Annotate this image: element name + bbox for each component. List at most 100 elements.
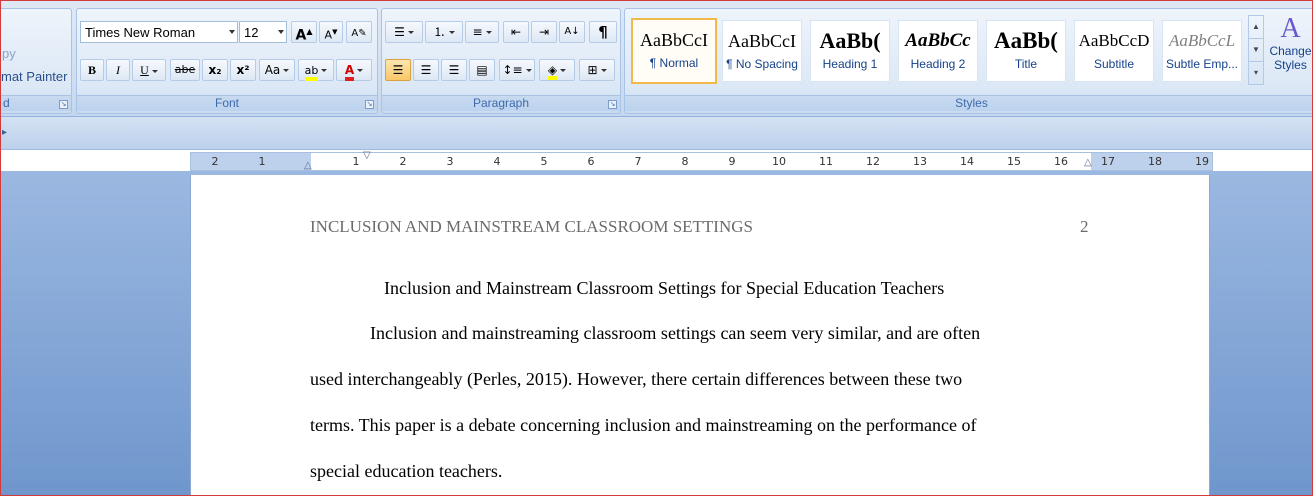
style-sample: AaBbCcI	[728, 31, 796, 51]
style-normal[interactable]: AaBbCcI ¶ Normal	[631, 18, 717, 84]
ruler-label: 15	[1007, 155, 1021, 168]
first-line-indent-marker-icon[interactable]: ▽	[363, 150, 371, 161]
ruler-strip: ▸	[0, 117, 1313, 150]
style-label: Heading 2	[910, 57, 966, 71]
font-size-combo[interactable]: 12	[239, 21, 287, 43]
border-icon: ⊞	[587, 63, 598, 77]
font-group-label: Font	[77, 95, 377, 111]
clear-formatting-button[interactable]: A✎	[346, 21, 372, 43]
numbered-list-icon: ⒈	[433, 25, 446, 39]
gallery-more-icon[interactable]: ▾	[1249, 62, 1263, 85]
bold-button[interactable]: B	[80, 59, 104, 81]
increase-indent-button[interactable]: ⇥	[531, 21, 557, 43]
multilevel-list-icon: ≡	[472, 25, 483, 39]
body-line-4: special education teachers.	[310, 461, 503, 481]
paragraph-launcher-icon[interactable]: ↘	[608, 100, 617, 109]
left-indent-marker-icon[interactable]: △	[304, 160, 312, 171]
paragraph-group: ☰ ⒈ ≡ ⇤ ⇥ A↓ ¶ ☰ ☰ ☰ ▤ ↕≡ ◈ ⊞ Paragraph …	[381, 8, 621, 114]
change-styles-label: Change	[1269, 44, 1312, 58]
style-sample: AaBbCc	[905, 30, 971, 51]
decrease-indent-button[interactable]: ⇤	[503, 21, 529, 43]
ruler-left-margin	[191, 153, 311, 170]
collapse-arrow-icon[interactable]: ▸	[2, 127, 7, 138]
ruler-label: 18	[1148, 155, 1162, 168]
style-label: ¶ Normal	[649, 56, 699, 70]
increase-indent-icon: ⇥	[538, 25, 550, 39]
subscript-button[interactable]: x₂	[202, 59, 228, 81]
style-subtitle[interactable]: AaBbCcD Subtitle	[1074, 20, 1154, 82]
shrink-font-button[interactable]: A▼	[319, 21, 343, 43]
align-center-button[interactable]: ☰	[413, 59, 439, 81]
format-painter-button[interactable]: mat Painter	[1, 69, 67, 84]
align-right-icon: ☰	[448, 63, 460, 77]
italic-button[interactable]: I	[106, 59, 130, 81]
chevron-down-icon	[278, 30, 284, 34]
grow-font-button[interactable]: A▲	[291, 21, 317, 44]
align-right-button[interactable]: ☰	[441, 59, 467, 81]
numbering-button[interactable]: ⒈	[425, 21, 463, 43]
eraser-icon: A✎	[351, 28, 367, 39]
font-color-button[interactable]: A	[336, 59, 372, 81]
show-marks-button[interactable]: ¶	[589, 21, 617, 43]
font-name-combo[interactable]: Times New Roman	[80, 21, 238, 43]
ruler-label: 13	[913, 155, 927, 168]
superscript-button[interactable]: x²	[230, 59, 256, 81]
font-launcher-icon[interactable]: ↘	[365, 100, 374, 109]
clipboard-launcher-icon[interactable]: ↘	[59, 100, 68, 109]
borders-button[interactable]: ⊞	[579, 59, 615, 81]
paragraph-group-label: Paragraph	[382, 95, 620, 111]
highlight-button[interactable]: ab	[298, 59, 334, 81]
multilevel-list-button[interactable]: ≡	[465, 21, 499, 43]
right-indent-marker-icon[interactable]: △	[1084, 157, 1092, 168]
page-header: INCLUSION AND MAINSTREAM CLASSROOM SETTI…	[310, 217, 753, 236]
ruler-label: 5	[540, 155, 548, 168]
decrease-indent-icon: ⇤	[510, 25, 522, 39]
document-page[interactable]: INCLUSION AND MAINSTREAM CLASSROOM SETTI…	[190, 175, 1210, 496]
ruler-label: 11	[819, 155, 833, 168]
align-center-icon: ☰	[420, 63, 432, 77]
body-line-3: terms. This paper is a debate concerning…	[310, 415, 977, 435]
body-line-2: used interchangeably (Perles, 2015). How…	[310, 369, 963, 389]
style-sample: AaBbCcI	[640, 30, 708, 50]
font-size-value: 12	[244, 25, 259, 40]
styles-gallery-scroller[interactable]: ▲ ▼ ▾	[1248, 15, 1264, 85]
style-no-spacing[interactable]: AaBbCcI ¶ No Spacing	[722, 20, 802, 82]
style-subtle-emphasis[interactable]: AaBbCcL Subtle Emp...	[1162, 20, 1242, 82]
change-case-button[interactable]: Aa	[259, 59, 295, 81]
highlighter-icon: ab	[304, 65, 319, 81]
pilcrow-icon: ¶	[598, 23, 608, 41]
style-sample: AaBbCcD	[1078, 31, 1150, 50]
document-title: Inclusion and Mainstream Classroom Setti…	[384, 278, 945, 298]
style-heading-2[interactable]: AaBbCc Heading 2	[898, 20, 978, 82]
style-title[interactable]: AaBb( Title	[986, 20, 1066, 82]
change-styles-button[interactable]: A Change Styles	[1268, 14, 1313, 94]
style-label: ¶ No Spacing	[726, 57, 798, 71]
line-spacing-button[interactable]: ↕≡	[499, 59, 535, 81]
horizontal-ruler[interactable]: 2 1 1 2 3 4 5 6 7 8 9 10 11 12 13 14 15 …	[190, 150, 1213, 171]
bullets-button[interactable]: ☰	[385, 21, 423, 43]
strikethrough-button[interactable]: abe	[170, 59, 200, 81]
ruler-label: 3	[446, 155, 454, 168]
ruler-label: 16	[1054, 155, 1068, 168]
style-heading-1[interactable]: AaBb( Heading 1	[810, 20, 890, 82]
ruler-label: 6	[587, 155, 595, 168]
shading-button[interactable]: ◈	[539, 59, 575, 81]
ruler-label: 1	[352, 155, 360, 168]
justify-icon: ▤	[476, 63, 488, 77]
underline-button[interactable]: U	[132, 59, 166, 81]
scroll-up-icon[interactable]: ▲	[1249, 16, 1263, 39]
page-number: 2	[1080, 217, 1089, 236]
copy-button[interactable]: py	[2, 46, 16, 61]
change-styles-icon: A	[1280, 13, 1301, 44]
line-spacing-icon: ↕≡	[502, 63, 523, 77]
ruler-label: 7	[634, 155, 642, 168]
justify-button[interactable]: ▤	[469, 59, 495, 81]
scroll-down-icon[interactable]: ▼	[1249, 39, 1263, 62]
ruler-label: 2	[399, 155, 407, 168]
style-label: Subtitle	[1093, 57, 1135, 71]
align-left-button[interactable]: ☰	[385, 59, 411, 81]
clipboard-group: py mat Painter d ↘	[0, 8, 72, 114]
align-left-icon: ☰	[392, 63, 404, 77]
sort-button[interactable]: A↓	[559, 21, 585, 43]
font-color-icon: A	[344, 63, 355, 81]
